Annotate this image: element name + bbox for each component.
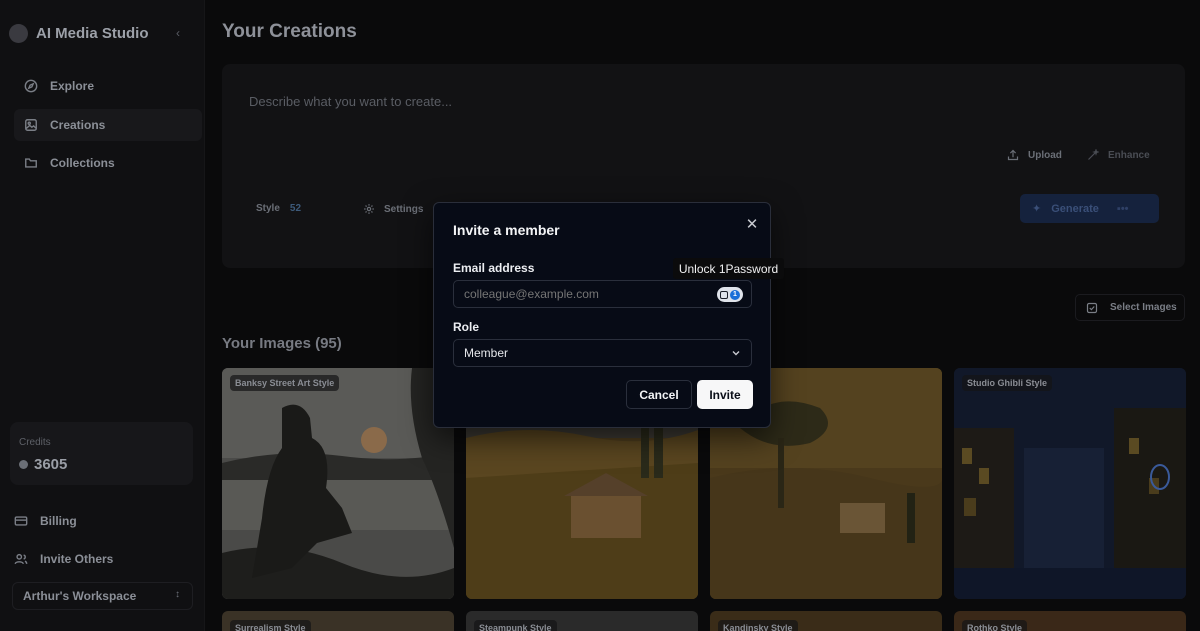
lock-icon	[720, 290, 728, 299]
sparkle-icon: ✦	[1032, 203, 1042, 215]
images-section-title: Your Images (95)	[222, 335, 342, 352]
sidebar-item-creations[interactable]: Creations	[14, 109, 202, 141]
style-count: 52	[289, 203, 302, 214]
chevron-down-icon	[732, 351, 740, 356]
logo-icon	[9, 23, 28, 43]
gear-icon	[364, 204, 374, 214]
settings-button[interactable]: Settings	[363, 203, 423, 215]
image-tile[interactable]: Steampunk Style	[466, 611, 698, 631]
image-tile[interactable]: Banksy Street Art Style	[222, 368, 454, 599]
credits-value: 3605	[19, 456, 67, 473]
credit-card-icon	[14, 516, 28, 526]
enhance-button[interactable]: Enhance	[1087, 149, 1150, 161]
image-icon	[25, 119, 37, 131]
workspace-name: Arthur's Workspace	[23, 589, 137, 603]
style-button[interactable]: Style 52	[256, 203, 301, 214]
dialog-title: Invite a member	[453, 222, 560, 238]
prompt-input[interactable]: Describe what you want to create...	[249, 94, 452, 109]
image-tile[interactable]: Studio Ghibli Style	[954, 368, 1186, 599]
sidebar-item-explore[interactable]: Explore	[14, 70, 202, 102]
generate-cost: ▪••	[1116, 202, 1129, 215]
page-title: Your Creations	[222, 21, 357, 42]
1password-tooltip: Unlock 1Password	[673, 258, 784, 279]
app-name: AI Media Studio	[36, 24, 149, 42]
image-tile[interactable]: Rothko Style	[954, 611, 1186, 631]
generate-button[interactable]: ✦ Generate ▪••	[1020, 194, 1159, 223]
cancel-button[interactable]: Cancel	[626, 380, 692, 409]
tile-style-tag: Rothko Style	[962, 620, 1028, 631]
users-icon	[14, 553, 28, 565]
billing-label: Billing	[40, 514, 77, 528]
sidebar-item-label: Collections	[50, 156, 115, 170]
image-tile[interactable]: Kandinsky Style	[710, 611, 942, 631]
compass-icon	[24, 79, 38, 93]
invite-member-dialog: Invite a member ✕ Email address 1 Role M…	[433, 202, 771, 428]
1password-logo-icon: 1	[730, 289, 740, 300]
select-images-button[interactable]: Select Images	[1075, 294, 1185, 321]
sidebar-item-collections[interactable]: Collections	[14, 147, 202, 179]
credits-card: Credits 3605	[10, 422, 193, 485]
billing-link[interactable]: Billing	[14, 510, 77, 532]
invite-others-link[interactable]: Invite Others	[14, 548, 113, 570]
upload-button[interactable]: Upload	[1007, 149, 1062, 161]
upload-label: Upload	[1028, 149, 1062, 161]
style-label: Style	[256, 203, 280, 214]
enhance-label: Enhance	[1108, 149, 1150, 161]
brand[interactable]: AI Media Studio	[9, 22, 149, 44]
image-tile[interactable]: Surrealism Style	[222, 611, 454, 631]
upload-icon	[1007, 149, 1019, 161]
tile-style-tag: Steampunk Style	[474, 620, 557, 631]
invite-others-label: Invite Others	[40, 552, 114, 566]
coin-icon	[19, 460, 28, 469]
tile-style-tag: Kandinsky Style	[718, 620, 798, 631]
select-images-label: Select Images	[1110, 302, 1177, 313]
email-field[interactable]	[453, 280, 752, 308]
settings-label: Settings	[384, 203, 424, 215]
sidebar-item-label: Explore	[50, 79, 95, 93]
chevron-left-icon[interactable]: ‹	[171, 25, 185, 41]
sidebar: AI Media Studio ‹ Explore Creations Coll…	[0, 0, 205, 631]
role-value: Member	[464, 346, 509, 360]
sidebar-item-label: Creations	[50, 118, 106, 132]
generate-label: Generate	[1051, 202, 1099, 215]
credits-label: Credits	[19, 437, 51, 448]
folder-icon	[25, 158, 37, 168]
tile-artwork	[222, 368, 454, 599]
invite-button[interactable]: Invite	[697, 380, 753, 409]
role-label: Role	[453, 320, 480, 334]
credits-amount: 3605	[34, 456, 68, 473]
email-label: Email address	[453, 261, 535, 275]
tile-style-tag: Surrealism Style	[230, 620, 311, 631]
chevron-updown-icon: ↕	[175, 589, 180, 600]
role-select[interactable]: Member	[453, 339, 752, 367]
tile-style-tag: Studio Ghibli Style	[962, 375, 1053, 391]
workspace-selector[interactable]: Arthur's Workspace ↕	[12, 582, 193, 610]
1password-icon[interactable]: 1	[717, 287, 743, 302]
tile-artwork	[954, 368, 1186, 599]
close-icon[interactable]: ✕	[743, 215, 761, 233]
checkbox-icon	[1086, 302, 1098, 313]
tile-style-tag: Banksy Street Art Style	[230, 375, 340, 391]
magic-wand-icon	[1088, 149, 1099, 160]
